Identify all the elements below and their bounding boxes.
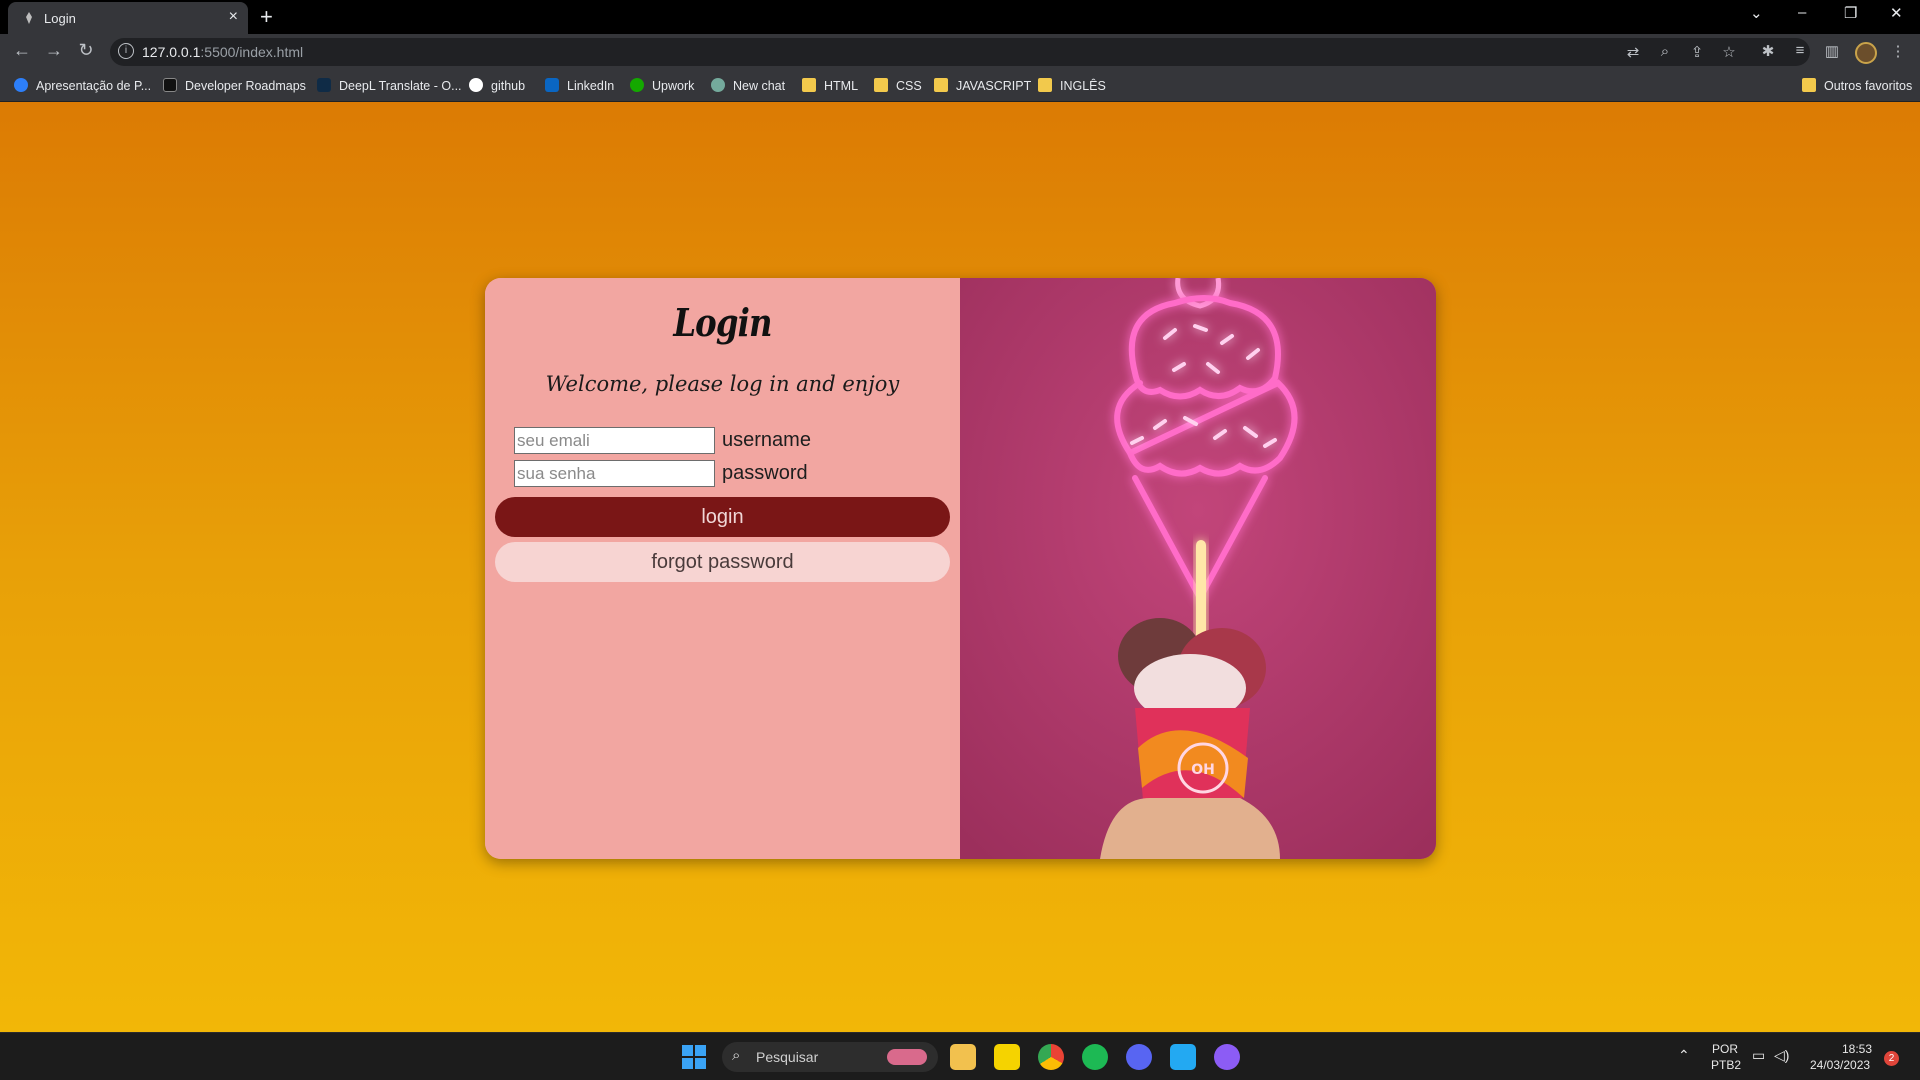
taskbar-search[interactable]: ⌕ Pesquisar: [722, 1042, 938, 1072]
close-window-button[interactable]: ✕: [1890, 4, 1903, 22]
bookmark-item[interactable]: Developer Roadmaps: [163, 77, 306, 95]
folder-icon: [934, 78, 948, 92]
folder-icon: [874, 78, 888, 92]
folder-icon: [1802, 78, 1816, 92]
keyboard-indicator[interactable]: PTB2: [1711, 1058, 1741, 1072]
welcome-subtitle: Welcome, please log in and enjoy: [545, 372, 900, 396]
username-label: username: [722, 429, 811, 451]
folder-icon: [802, 78, 816, 92]
bookmark-folder-ingles[interactable]: INGLÊS: [1038, 77, 1106, 95]
bookmark-item[interactable]: New chat: [711, 77, 785, 95]
svg-text:OH: OH: [1191, 762, 1215, 778]
linkedin-icon: [545, 78, 559, 92]
discord-icon[interactable]: [1126, 1044, 1152, 1070]
bookmark-folder-css[interactable]: CSS: [874, 77, 922, 95]
volume-icon[interactable]: ◁): [1774, 1047, 1789, 1064]
page-title: Login: [673, 300, 772, 345]
address-url[interactable]: 127.0.0.1:5500/index.html: [142, 44, 303, 60]
chrome-icon[interactable]: [1038, 1044, 1064, 1070]
browser-toolbar: ← → ↻ i 127.0.0.1:5500/index.html ⇄ ⌕ ⇪ …: [0, 34, 1920, 70]
network-icon[interactable]: ▭: [1752, 1047, 1765, 1064]
password-label: password: [722, 462, 808, 484]
bookmark-item[interactable]: LinkedIn: [545, 77, 614, 95]
github-desktop-icon[interactable]: [1214, 1044, 1240, 1070]
roadmap-icon: [163, 78, 177, 92]
github-icon: [469, 78, 483, 92]
notification-badge[interactable]: 2: [1884, 1051, 1899, 1066]
email-field[interactable]: [514, 427, 715, 454]
back-button[interactable]: ←: [10, 40, 34, 61]
password-field[interactable]: [514, 460, 715, 487]
language-indicator[interactable]: POR: [1712, 1042, 1738, 1056]
bookmark-item[interactable]: DeepL Translate - O...: [317, 77, 462, 95]
upwork-icon: [630, 78, 644, 92]
login-panel: Login Welcome, please log in and enjoy u…: [485, 278, 960, 859]
windows-start-icon[interactable]: [682, 1045, 706, 1069]
other-bookmarks-folder[interactable]: Outros favoritos: [1802, 77, 1912, 95]
restore-button[interactable]: ❐: [1844, 4, 1857, 22]
address-bar[interactable]: i 127.0.0.1:5500/index.html ⇄ ⌕ ⇪ ☆: [110, 38, 1810, 66]
bookmark-item[interactable]: Apresentação de P...: [14, 77, 151, 95]
tray-chevron-icon[interactable]: ⌃: [1678, 1047, 1690, 1064]
tab-search-icon[interactable]: ⌄: [1750, 4, 1763, 22]
translate-icon[interactable]: ⇄: [1623, 43, 1643, 61]
login-button[interactable]: login: [495, 497, 950, 537]
neon-ice-cream-illustration: OH: [960, 278, 1436, 859]
bookmarks-bar: Apresentação de P... Developer Roadmaps …: [0, 70, 1920, 102]
clock-time[interactable]: 18:53: [1842, 1042, 1872, 1056]
new-tab-button[interactable]: +: [260, 4, 273, 30]
bookmark-item[interactable]: github: [469, 77, 525, 95]
tab-strip: Login × + ⌄ – ❐ ✕: [0, 0, 1920, 34]
chatgpt-icon: [711, 78, 725, 92]
zoom-icon[interactable]: ⌕: [1655, 43, 1675, 60]
share-icon[interactable]: ⇪: [1687, 43, 1707, 61]
spotify-icon[interactable]: [1082, 1044, 1108, 1070]
extensions-icon[interactable]: ✱: [1758, 42, 1778, 60]
deepl-icon: [317, 78, 331, 92]
site-info-icon[interactable]: i: [118, 43, 134, 59]
bookmark-folder-html[interactable]: HTML: [802, 77, 858, 95]
tab-title: Login: [44, 11, 76, 26]
page-favicon-icon: [26, 12, 32, 24]
hero-image: OH: [960, 278, 1436, 859]
reload-button[interactable]: ↻: [74, 40, 98, 61]
sticky-notes-icon[interactable]: [994, 1044, 1020, 1070]
search-icon: ⌕: [732, 1047, 741, 1064]
folder-icon: [1038, 78, 1052, 92]
tab-login[interactable]: Login ×: [8, 2, 248, 34]
file-explorer-icon[interactable]: [950, 1044, 976, 1070]
bookmark-folder-javascript[interactable]: JAVASCRIPT: [934, 77, 1031, 95]
tab-close-icon[interactable]: ×: [229, 8, 238, 26]
reading-list-icon[interactable]: ≡: [1790, 42, 1810, 59]
windows-taskbar: ⌕ Pesquisar ⌃ POR PTB2 ▭ ◁) 18:53 24/03/…: [0, 1032, 1920, 1080]
bookmark-item[interactable]: Upwork: [630, 77, 694, 95]
side-panel-icon[interactable]: ▥: [1822, 42, 1842, 60]
bookmark-star-icon[interactable]: ☆: [1719, 43, 1739, 61]
forgot-password-button[interactable]: forgot password: [495, 542, 950, 582]
clock-date[interactable]: 24/03/2023: [1810, 1058, 1870, 1072]
canva-icon: [14, 78, 28, 92]
login-card: Login Welcome, please log in and enjoy u…: [485, 278, 1436, 859]
page-viewport: Login Welcome, please log in and enjoy u…: [0, 102, 1920, 1032]
forward-button[interactable]: →: [42, 40, 66, 61]
profile-avatar[interactable]: [1855, 42, 1877, 64]
minimize-button[interactable]: –: [1798, 4, 1806, 21]
vscode-icon[interactable]: [1170, 1044, 1196, 1070]
search-highlight-icon: [887, 1049, 927, 1065]
menu-kebab-icon[interactable]: ⋮: [1888, 42, 1908, 60]
